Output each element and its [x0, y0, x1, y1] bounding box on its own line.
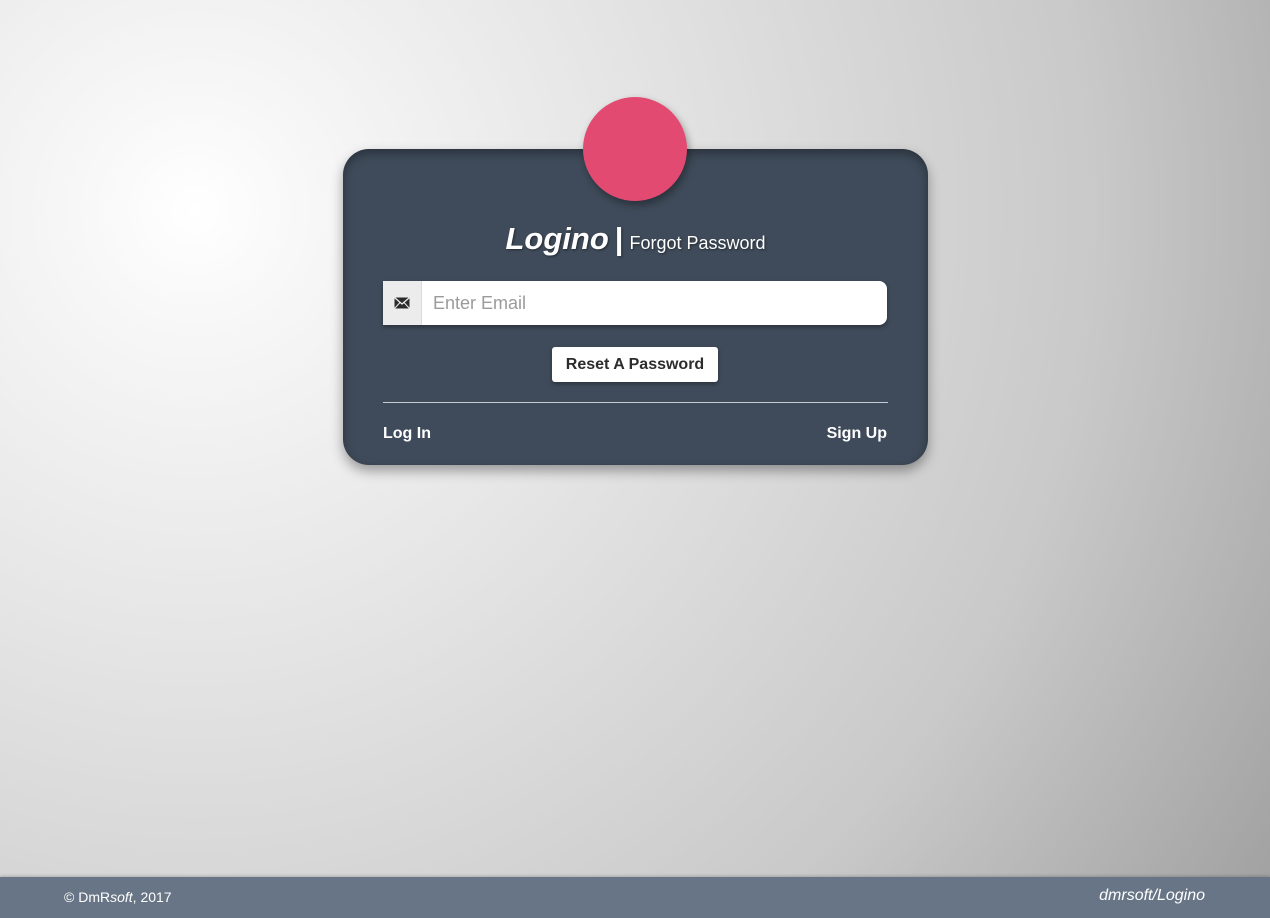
envelope-icon [383, 281, 422, 325]
copyright-text: © DmRsoft, 2017 [64, 889, 172, 905]
brand-name: Logino [505, 221, 609, 256]
login-link[interactable]: Log In [383, 425, 431, 443]
copyright-prefix: © DmR [64, 889, 111, 905]
repo-link[interactable]: dmrsoft/Logino [1099, 887, 1205, 905]
page-subtitle: Forgot Password [629, 233, 766, 253]
footer: © DmRsoft, 2017 dmrsoft/Logino [0, 877, 1270, 918]
email-field [383, 281, 887, 325]
signup-link[interactable]: Sign Up [827, 425, 887, 443]
email-input[interactable] [422, 282, 887, 324]
reset-password-button[interactable]: Reset A Password [552, 347, 718, 382]
card-title: Logino | Forgot Password [343, 221, 928, 257]
avatar [583, 97, 687, 201]
title-separator: | [614, 221, 624, 256]
copyright-suffix: , 2017 [132, 889, 172, 905]
copyright-italic: soft [110, 889, 133, 905]
divider [383, 402, 888, 403]
